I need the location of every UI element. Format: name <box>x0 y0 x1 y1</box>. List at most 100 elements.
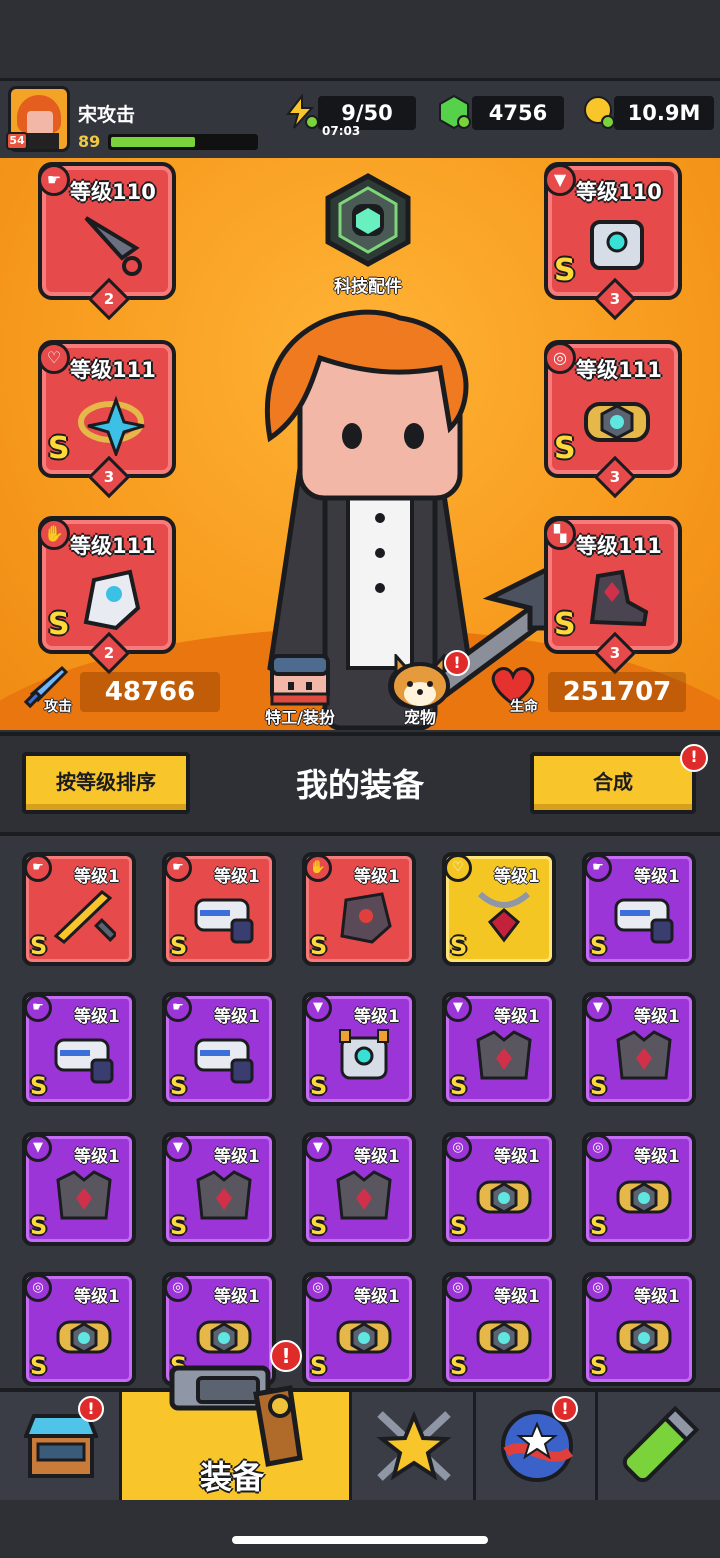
tech-parts-button[interactable] <box>320 172 416 272</box>
xp-bar <box>108 134 258 150</box>
belt-icon: ◎ <box>444 1274 472 1302</box>
weapon-icon: ☛ <box>164 854 192 882</box>
equip-slot-right-2[interactable]: ◎ 等级111 S 3 <box>544 340 682 499</box>
weapon-icon: ☛ <box>164 994 192 1022</box>
item-level-label: 等级1 <box>354 1147 400 1167</box>
item-grade: S <box>590 1212 608 1240</box>
coin-icon <box>580 94 616 130</box>
item-level-label: 等级1 <box>214 1287 260 1307</box>
belt-icon: ◎ <box>304 1274 332 1302</box>
item-grade: S <box>310 1072 328 1100</box>
equip-slot-right-1[interactable]: ▼ 等级110 S 3 <box>544 162 682 321</box>
inventory-item[interactable]: ☛ 等级1 S <box>582 852 696 966</box>
nav-talent[interactable] <box>352 1392 476 1500</box>
belt-item-art <box>56 1320 112 1354</box>
hp-label: 生命 <box>510 699 538 715</box>
nav-dna[interactable] <box>598 1392 720 1500</box>
inventory-item[interactable]: ◎ 等级1 S <box>22 1272 136 1386</box>
armor-item-art <box>590 220 644 270</box>
slot-grade: S <box>554 431 576 466</box>
stars-notice-badge: ! <box>552 1396 578 1422</box>
attack-value: 48766 <box>80 672 220 712</box>
glove-icon: ✋ <box>304 854 332 882</box>
armor-icon: ▼ <box>444 994 472 1022</box>
gem-icon <box>436 94 472 130</box>
merge-button[interactable]: 合成 <box>530 752 696 814</box>
armor-icon: ▼ <box>544 164 576 196</box>
armor-icon: ▼ <box>164 1134 192 1162</box>
nav-stars[interactable] <box>476 1392 598 1500</box>
inventory-item[interactable]: ▼ 等级1 S <box>22 1132 136 1246</box>
item-level-label: 等级1 <box>214 1147 260 1167</box>
necklace-item-art <box>477 891 531 943</box>
item-level-label: 等级1 <box>494 1007 540 1027</box>
inventory-item[interactable]: ▼ 等级1 S <box>302 1132 416 1246</box>
inventory-item[interactable]: ☛ 等级1 S <box>22 992 136 1106</box>
armor-item-art <box>56 1170 112 1220</box>
inventory-item[interactable]: ☛ 等级1 S <box>162 992 276 1106</box>
nav-equipment-label: 装备 <box>200 1458 265 1496</box>
item-level-label: 等级1 <box>354 1287 400 1307</box>
item-grade: S <box>310 1352 328 1380</box>
inventory-item[interactable]: ▼ 等级1 S <box>442 992 556 1106</box>
hp-value: 251707 <box>548 672 686 712</box>
weapon-icon: ☛ <box>584 854 612 882</box>
inventory-item[interactable]: ◎ 等级1 S <box>302 1272 416 1386</box>
item-grade: S <box>30 1352 48 1380</box>
home-indicator-area <box>0 1503 720 1558</box>
necklace-icon: ♡ <box>38 342 70 374</box>
item-grade: S <box>30 1212 48 1240</box>
agent-outfit-label: 特工/装扮 <box>265 708 335 727</box>
inventory-item[interactable]: ✋ 等级1 S <box>302 852 416 966</box>
inventory-item[interactable]: ◎ 等级1 S <box>442 1272 556 1386</box>
agent-outfit-button[interactable] <box>266 652 334 706</box>
equip-slot-left-3[interactable]: ✋ 等级111 S 2 <box>38 516 176 675</box>
coin-value[interactable]: 10.9M <box>614 96 714 130</box>
gem-value[interactable]: 4756 <box>472 96 564 130</box>
inventory-item[interactable]: ▼ 等级1 S <box>162 1132 276 1246</box>
boot-icon: ▚ <box>544 518 576 550</box>
belt-item-art <box>196 1320 252 1354</box>
item-grade: S <box>450 1352 468 1380</box>
inventory-item[interactable]: ◎ 等级1 S <box>582 1272 696 1386</box>
inventory-item[interactable]: ◎ 等级1 S <box>442 1132 556 1246</box>
armor-item-art <box>616 1030 672 1080</box>
necklace-item-art <box>78 395 145 456</box>
inventory-item[interactable]: ▼ 等级1 S <box>302 992 416 1106</box>
inventory-item[interactable]: ☛ 等级1 S <box>162 852 276 966</box>
armor-icon: ▼ <box>584 994 612 1022</box>
pet-notice-badge: ! <box>444 650 470 676</box>
weapon-item-art <box>84 216 142 276</box>
gauntlet-item-art <box>340 892 392 944</box>
inventory-item[interactable]: ◎ 等级1 S <box>582 1132 696 1246</box>
item-grade: S <box>310 932 328 960</box>
inventory-item[interactable]: ♡ 等级1 S <box>442 852 556 966</box>
belt-item-art <box>336 1320 392 1354</box>
sort-by-level-button[interactable]: 按等级排序 <box>22 752 190 814</box>
item-level-label: 等级1 <box>634 867 680 887</box>
item-grade: S <box>170 1212 188 1240</box>
item-level-label: 等级1 <box>494 867 540 887</box>
item-grade: S <box>170 1072 188 1100</box>
gun-item-art <box>194 898 254 944</box>
belt-icon: ◎ <box>444 1134 472 1162</box>
slot-grade: S <box>48 431 70 466</box>
sword-item-art <box>53 890 116 944</box>
slot-level-label: 等级110 <box>70 180 156 204</box>
inventory-item[interactable]: ▼ 等级1 S <box>582 992 696 1106</box>
item-grade: S <box>450 932 468 960</box>
equip-slot-left-2[interactable]: ♡ 等级111 S 3 <box>38 340 176 499</box>
belt-icon: ◎ <box>584 1134 612 1162</box>
necklace-icon: ♡ <box>444 854 472 882</box>
weapon-icon: ☛ <box>24 854 52 882</box>
equip-slot-right-3[interactable]: ▚ 等级111 S 3 <box>544 516 682 675</box>
belt-icon: ◎ <box>584 1274 612 1302</box>
item-level-label: 等级1 <box>74 867 120 887</box>
belt-item-art <box>476 1180 532 1214</box>
weapon-icon: ☛ <box>38 164 70 196</box>
star-swords-icon <box>376 1410 452 1481</box>
dna-tube-icon <box>622 1405 700 1483</box>
equip-slot-left-1[interactable]: ☛ 等级110 2 <box>38 162 176 321</box>
merge-notice-badge: ! <box>680 744 708 772</box>
inventory-item[interactable]: ☛ 等级1 S <box>22 852 136 966</box>
